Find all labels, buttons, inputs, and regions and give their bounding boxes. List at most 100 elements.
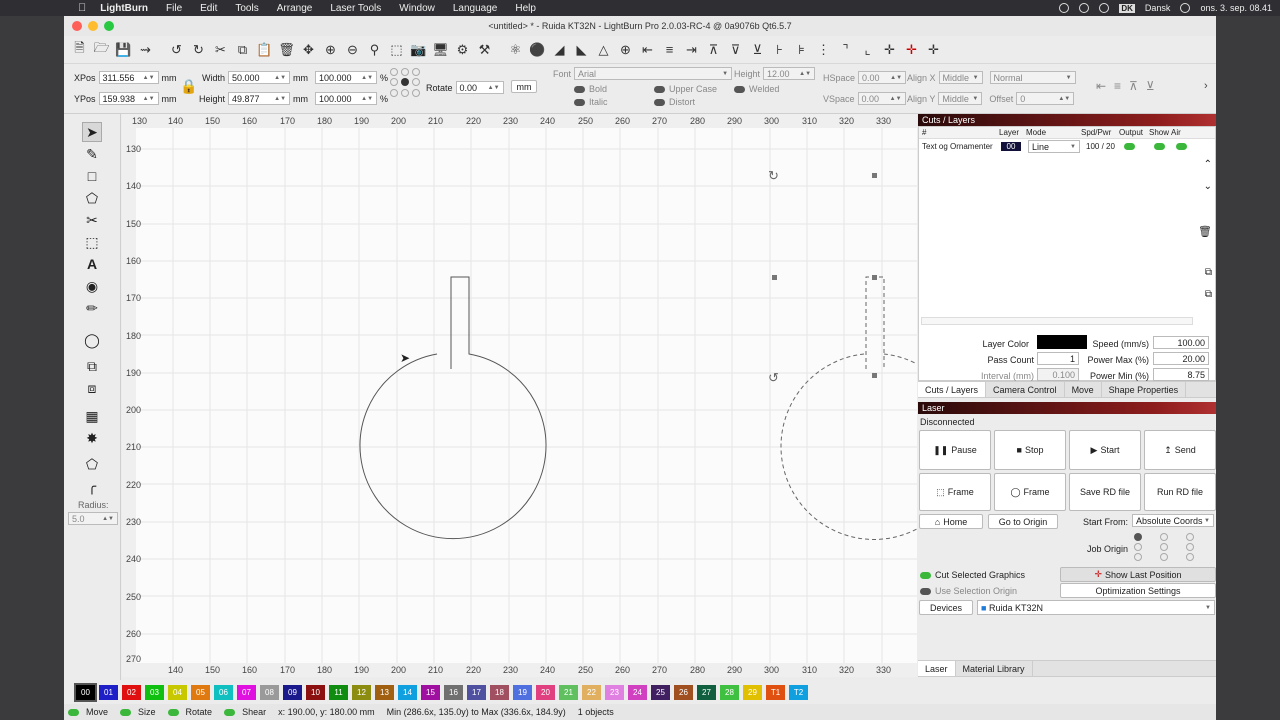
import-icon[interactable]: ⇝: [136, 40, 155, 59]
palette-swatch-00[interactable]: 00: [74, 682, 97, 702]
open-file-icon[interactable]: 🗁: [92, 40, 111, 59]
apple-icon[interactable]: : [78, 2, 86, 14]
palette-swatch-07[interactable]: 07: [237, 684, 256, 700]
zoom-in-icon[interactable]: ⊕: [321, 40, 340, 59]
shape-right-slot[interactable]: [865, 276, 885, 369]
palette-swatch-23[interactable]: 23: [605, 684, 624, 700]
devices-button[interactable]: Devices: [919, 600, 973, 615]
font-height-input[interactable]: 12.00 ▲▼: [763, 67, 816, 80]
move-up-icon[interactable]: ⌃: [1204, 159, 1212, 170]
home-button[interactable]: ⌂ Home: [919, 514, 983, 529]
anchor-grid[interactable]: [390, 68, 420, 98]
shape-left[interactable]: [359, 276, 547, 540]
device-select[interactable]: ■ Ruida KT32N ▼: [977, 600, 1215, 615]
zoom-selection-icon[interactable]: ⬚: [387, 40, 406, 59]
copy-layer-icon[interactable]: ⧉: [1205, 267, 1212, 278]
position-tool-icon[interactable]: ◉: [82, 276, 102, 296]
palette-swatch-03[interactable]: 03: [145, 684, 164, 700]
bluetooth-icon[interactable]: [1099, 3, 1110, 13]
palette-swatch-24[interactable]: 24: [628, 684, 647, 700]
monitor-icon[interactable]: 🖥: [431, 40, 450, 59]
close-icon[interactable]: [72, 21, 82, 31]
keyboard-indicator[interactable]: DK: [1119, 3, 1135, 13]
menu-edit[interactable]: Edit: [200, 3, 217, 14]
palette-swatch-T2[interactable]: T2: [789, 684, 808, 700]
palette-swatch-10[interactable]: 10: [306, 684, 325, 700]
palette-swatch-27[interactable]: 27: [697, 684, 716, 700]
zoom-icon[interactable]: [104, 21, 114, 31]
bold-toggle[interactable]: Bold: [574, 83, 608, 96]
lock-icon[interactable]: 🔒: [180, 78, 197, 95]
palette-swatch-15[interactable]: 15: [421, 684, 440, 700]
palette-swatch-05[interactable]: 05: [191, 684, 210, 700]
offset-input[interactable]: 0 ▲▼: [1016, 92, 1075, 105]
palette-swatch-01[interactable]: 01: [99, 684, 118, 700]
layer-row[interactable]: Text og Ornamenter 00 Line ▼ 100 / 20: [919, 139, 1215, 154]
palette-swatch-20[interactable]: 20: [536, 684, 555, 700]
unit-toggle-button[interactable]: mm: [511, 80, 537, 93]
paste-icon[interactable]: 📋: [255, 40, 274, 59]
cut-selected-toggle[interactable]: Cut Selected Graphics: [920, 570, 1025, 580]
palette-swatch-25[interactable]: 25: [651, 684, 670, 700]
cut-icon[interactable]: ✂: [211, 40, 230, 59]
delete-icon[interactable]: 🗑: [277, 40, 296, 59]
zoom-out-icon[interactable]: ⊖: [343, 40, 362, 59]
edit-nodes-icon[interactable]: ⬠: [82, 454, 102, 474]
power-min-input[interactable]: 8.75: [1153, 368, 1209, 381]
menu-file[interactable]: File: [166, 3, 182, 14]
run-rd-button[interactable]: Run RD file: [1144, 473, 1216, 511]
distort-toggle[interactable]: Distort: [654, 96, 717, 109]
menu-laser-tools[interactable]: Laser Tools: [330, 3, 381, 14]
align-center-icon[interactable]: ≡: [660, 40, 679, 59]
palette-swatch-12[interactable]: 12: [352, 684, 371, 700]
horizontal-scrollbar[interactable]: [921, 317, 1193, 325]
palette-swatch-T1[interactable]: T1: [766, 684, 785, 700]
flip-h-icon[interactable]: ◢: [550, 40, 569, 59]
group-icon[interactable]: ⚛: [506, 40, 525, 59]
tools-icon[interactable]: ⚒: [475, 40, 494, 59]
tab-move[interactable]: Move: [1065, 382, 1102, 397]
palette-swatch-02[interactable]: 02: [122, 684, 141, 700]
use-selection-origin-toggle[interactable]: Use Selection Origin: [920, 586, 1017, 596]
frame-button[interactable]: ⬚ Frame: [919, 473, 991, 511]
minimize-icon[interactable]: [88, 21, 98, 31]
tab-shape-properties[interactable]: Shape Properties: [1102, 382, 1187, 397]
xpos-input[interactable]: 311.556 ▲▼: [98, 71, 159, 84]
save-icon[interactable]: 💾: [114, 40, 133, 59]
boolean-subtract-icon[interactable]: ⧈: [82, 378, 102, 398]
output-toggle[interactable]: [1124, 143, 1135, 151]
menu-language[interactable]: Language: [453, 3, 498, 14]
text-align-icons[interactable]: ⇤≡⊼⊻: [1096, 79, 1163, 93]
scale-width-input[interactable]: 100.000 ▲▼: [315, 71, 378, 84]
palette-swatch-14[interactable]: 14: [398, 684, 417, 700]
font-select[interactable]: Arial ▼: [574, 67, 733, 80]
collapse-icon[interactable]: ›: [1204, 80, 1208, 92]
center-icon[interactable]: ✛: [880, 40, 899, 59]
align-middle-icon[interactable]: ⊽: [726, 40, 745, 59]
pause-button[interactable]: ❚❚ Pause: [919, 430, 991, 470]
palette-swatch-13[interactable]: 13: [375, 684, 394, 700]
tab-laser[interactable]: Laser: [918, 661, 956, 676]
crosshair-icon[interactable]: ✛: [924, 40, 943, 59]
measure-tool-icon[interactable]: ✏: [82, 298, 102, 318]
menu-app[interactable]: LightBurn: [100, 3, 148, 14]
select-tool-icon[interactable]: ➤: [82, 122, 102, 142]
scissors-tool-icon[interactable]: ✂: [82, 210, 102, 230]
text-mode-select[interactable]: Normal ▼: [989, 71, 1076, 84]
align-left-icon[interactable]: ⇤: [638, 40, 657, 59]
palette-swatch-26[interactable]: 26: [674, 684, 693, 700]
width-input[interactable]: 50.000 ▲▼: [228, 71, 291, 84]
radius-input[interactable]: 5.0 ▲▼: [68, 512, 118, 525]
shear-toggle[interactable]: Shear: [224, 707, 266, 717]
scale-height-input[interactable]: 100.000 ▲▼: [315, 92, 378, 105]
move-icon[interactable]: ✥: [299, 40, 318, 59]
size-toggle[interactable]: Size: [120, 707, 156, 717]
fillet-tool-icon[interactable]: ╭: [82, 476, 102, 496]
height-input[interactable]: 49.877 ▲▼: [228, 92, 291, 105]
search-icon[interactable]: [1180, 3, 1191, 13]
new-file-icon[interactable]: 🗎: [70, 40, 89, 59]
palette-swatch-11[interactable]: 11: [329, 684, 348, 700]
ypos-input[interactable]: 159.938 ▲▼: [98, 92, 159, 105]
go-to-origin-button[interactable]: Go to Origin: [988, 514, 1058, 529]
palette-swatch-29[interactable]: 29: [743, 684, 762, 700]
